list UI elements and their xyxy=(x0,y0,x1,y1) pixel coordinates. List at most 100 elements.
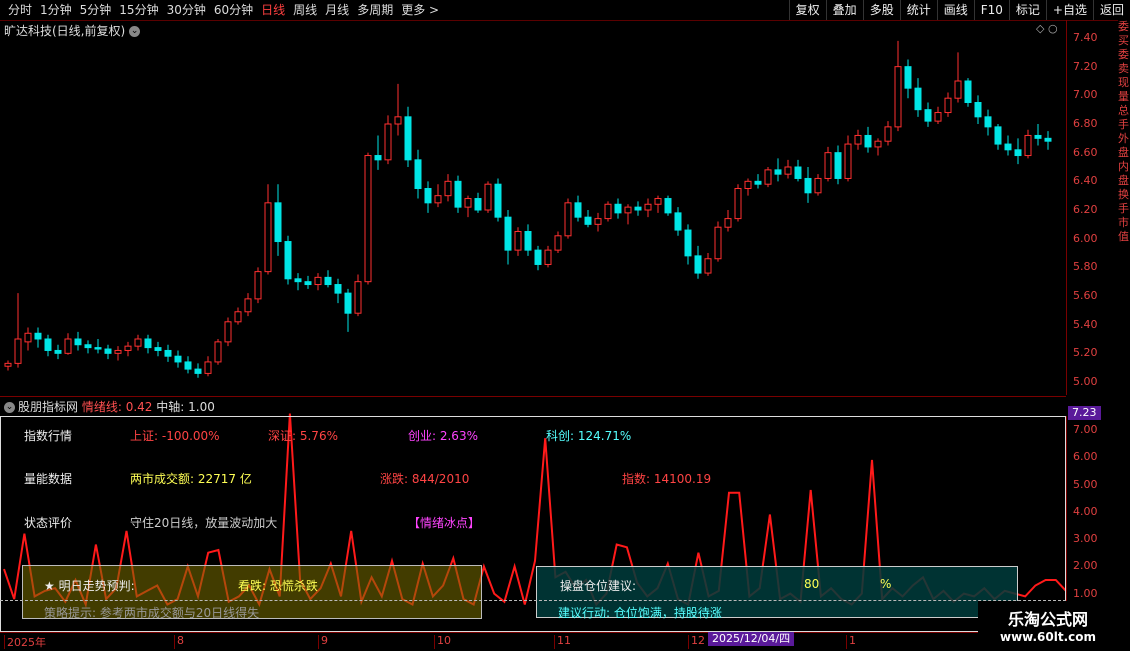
indicator-tick: 6.00 xyxy=(1073,450,1098,464)
candle xyxy=(4,360,12,371)
price-tick: 5.60 xyxy=(1073,289,1098,302)
price-tick: 6.20 xyxy=(1073,203,1098,216)
cy-index: 创业: 2.63% xyxy=(408,429,478,443)
price-tick: 7.00 xyxy=(1073,88,1098,102)
candle xyxy=(94,339,102,354)
candle xyxy=(584,210,592,228)
volume-title: 量能数据 xyxy=(24,472,73,486)
candle xyxy=(284,235,292,285)
candle xyxy=(634,201,642,216)
candle xyxy=(594,212,602,232)
candle xyxy=(844,135,852,182)
candle xyxy=(384,115,392,165)
candle xyxy=(804,167,812,203)
side-strip-text: 委买委卖现量总手外盘内盘换手市值 xyxy=(1118,20,1129,243)
candle xyxy=(874,138,882,156)
index-value: 指数: 14100.19 xyxy=(622,472,712,486)
candle xyxy=(24,327,32,351)
candle xyxy=(244,293,252,317)
candle xyxy=(1034,124,1042,146)
watermark-url: www.60lt.com xyxy=(999,630,1097,644)
candle xyxy=(154,341,162,357)
price-tick: 5.40 xyxy=(1073,317,1098,331)
candle xyxy=(714,221,722,262)
candle xyxy=(84,340,92,354)
candle xyxy=(974,95,982,124)
candle xyxy=(924,102,932,127)
candle xyxy=(654,195,662,213)
candle xyxy=(764,167,772,188)
date-label: 1 xyxy=(849,634,856,647)
price-tick: 6.80 xyxy=(1073,117,1098,130)
candle xyxy=(404,106,412,167)
strategy-tip: 策略提示: 参考两市成交额与20日线得失 xyxy=(44,606,260,620)
candle xyxy=(294,273,302,291)
position-value: 80 xyxy=(804,577,820,591)
candle xyxy=(664,195,672,216)
candle xyxy=(894,40,902,132)
candle xyxy=(44,334,52,357)
candle xyxy=(364,152,372,285)
date-highlight: 2025/12/04/四 xyxy=(708,632,795,646)
candle xyxy=(864,126,872,153)
indicator-title: ⌄ 股朋指标网 情绪线: 0.42 中轴: 1.00 xyxy=(4,398,215,415)
candle xyxy=(854,129,862,150)
candle xyxy=(14,293,22,368)
candle xyxy=(794,159,802,182)
price-tick: 5.80 xyxy=(1073,260,1098,274)
date-separator xyxy=(846,635,847,649)
candle xyxy=(554,231,562,253)
candle xyxy=(704,253,712,276)
candle xyxy=(564,198,572,239)
candle xyxy=(774,158,782,182)
candle xyxy=(674,207,682,236)
date-label: 2025年 xyxy=(7,636,46,649)
axis-dashed-line xyxy=(0,600,1066,601)
indicator-tick: 7.00 xyxy=(1073,423,1098,436)
status-text: 守住20日线，放量波动加大 xyxy=(130,516,278,530)
indicator-axis: 7.00 6.00 5.00 4.00 3.00 2.00 1.00 xyxy=(1066,416,1119,631)
toolbar-button-8[interactable]: 返回 xyxy=(1092,0,1130,20)
candle xyxy=(644,198,652,218)
price-tick: 7.40 xyxy=(1073,31,1098,44)
candle xyxy=(964,78,972,107)
kc-index: 科创: 124.71% xyxy=(546,429,632,443)
candle xyxy=(304,275,312,289)
candle xyxy=(1004,135,1012,156)
candle xyxy=(274,184,282,256)
candle xyxy=(624,204,632,225)
price-tick: 6.60 xyxy=(1073,145,1098,159)
date-label: 11 xyxy=(557,634,571,647)
candle xyxy=(424,181,432,213)
candle xyxy=(104,344,112,360)
indicator-tick: 1.00 xyxy=(1073,586,1098,600)
mood-tag: 【情绪冰点】 xyxy=(408,516,481,530)
side-info-strip: 委买委卖现量总手外盘内盘换手市值 xyxy=(1118,20,1130,635)
candle xyxy=(934,106,942,124)
price-tick: 5.00 xyxy=(1073,375,1098,388)
candle xyxy=(454,175,462,213)
candle xyxy=(134,334,142,351)
candle xyxy=(984,109,992,136)
candle xyxy=(464,195,472,218)
candle xyxy=(504,210,512,265)
candle xyxy=(54,344,62,360)
mood-line-label: 情绪线: 0.42 xyxy=(81,400,153,414)
candle xyxy=(734,184,742,222)
indicator-name: 股朋指标网 xyxy=(18,400,79,414)
candle xyxy=(444,174,452,202)
candle xyxy=(414,149,422,199)
chevron-down-icon[interactable]: ⌄ xyxy=(4,402,15,413)
candle xyxy=(524,224,532,256)
candle xyxy=(324,270,332,288)
candle xyxy=(914,78,922,117)
candle xyxy=(1044,131,1052,150)
candle xyxy=(514,227,522,256)
candle xyxy=(144,334,152,354)
candle xyxy=(334,278,342,304)
candle xyxy=(754,174,762,189)
indicator-tick: 2.00 xyxy=(1073,559,1098,573)
date-axis: 2025年 8 9 10 11 12 1 xyxy=(0,632,1118,651)
pane-divider[interactable] xyxy=(0,396,1066,397)
candle xyxy=(604,201,612,222)
